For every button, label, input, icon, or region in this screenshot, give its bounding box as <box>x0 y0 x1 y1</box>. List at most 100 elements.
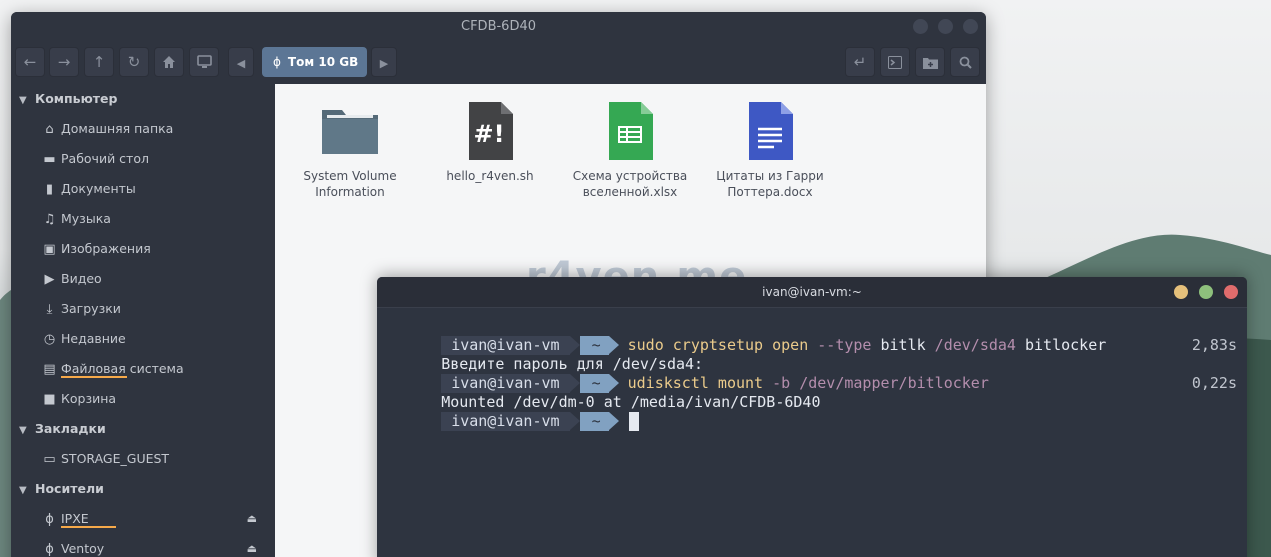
sidebar-item-label: Изображения <box>61 241 151 256</box>
back-button[interactable]: ← <box>15 47 45 77</box>
search-icon <box>959 56 972 69</box>
arrow-right-icon: → <box>57 53 71 71</box>
open-terminal-button[interactable] <box>880 47 910 77</box>
prompt-separator <box>569 412 580 430</box>
new-folder-button[interactable] <box>915 47 945 77</box>
reload-icon: ↻ <box>127 53 141 71</box>
sidebar-item-filesystem[interactable]: ▤ Файловая система <box>11 354 275 384</box>
usb-icon: ϕ <box>45 512 54 527</box>
file-item-document[interactable]: Цитаты из Гарри Поттера.docx <box>705 102 835 200</box>
close-button[interactable] <box>1224 285 1238 299</box>
file-item-folder[interactable]: System Volume Information <box>285 102 415 200</box>
path-left-button[interactable]: ◀ <box>228 47 254 77</box>
command-part: open <box>763 336 809 354</box>
file-name: Схема устройства вселенной.xlsx <box>572 169 688 199</box>
up-button[interactable]: ↑ <box>84 47 114 77</box>
section-title: Компьютер <box>35 91 118 106</box>
file-manager-titlebar[interactable]: CFDB-6D40 <box>11 12 986 42</box>
triangle-down-icon: ▼ <box>19 485 27 496</box>
home-icon: ⌂ <box>45 122 54 137</box>
sidebar-item-ipxe[interactable]: ϕ IPXE ⏏ <box>11 504 275 534</box>
command-option: --type <box>808 336 872 354</box>
sidebar-item-desktop[interactable]: ▬ Рабочий стол <box>11 144 275 174</box>
arrow-left-icon: ← <box>23 53 37 71</box>
path-right-button[interactable]: ▶ <box>371 47 397 77</box>
sidebar-item-label: Документы <box>61 181 136 196</box>
sidebar-section-devices[interactable]: ▼ Носители <box>11 474 275 504</box>
terminal-line: ivan@ivan-vm ~ sudo cryptsetup open --typ… <box>387 317 1106 355</box>
sidebar-item-label: STORAGE_GUEST <box>61 451 170 466</box>
computer-button[interactable] <box>189 47 219 77</box>
terminal-window: ivan@ivan-vm:~ ivan@ivan-vm ~ sudo crypts… <box>377 277 1247 557</box>
sidebar-item-label: Недавние <box>61 331 126 346</box>
file-item-spreadsheet[interactable]: Схема устройства вселенной.xlsx <box>565 102 695 200</box>
sidebar-item-label: Домашняя папка <box>61 121 174 136</box>
file-name: System Volume Information <box>303 169 397 199</box>
arrow-up-icon: ↑ <box>92 53 106 71</box>
terminal-line: ivan@ivan-vm ~ udisksctl mount -b /dev/ma… <box>387 355 989 393</box>
close-button[interactable] <box>963 19 978 34</box>
reload-button[interactable]: ↻ <box>119 47 149 77</box>
section-title: Закладки <box>35 421 106 436</box>
search-button[interactable] <box>950 47 980 77</box>
sidebar-section-computer[interactable]: ▼ Компьютер <box>11 84 275 114</box>
sidebar-item-label: Рабочий стол <box>61 151 149 166</box>
terminal-line: ivan@ivan-vm ~ <box>387 393 639 431</box>
maximize-button[interactable] <box>938 19 953 34</box>
sidebar-item-videos[interactable]: ▶ Видео <box>11 264 275 294</box>
usb-icon: ϕ <box>45 542 54 557</box>
terminal-icon <box>888 56 902 69</box>
music-icon: ♫ <box>43 212 56 227</box>
home-icon <box>163 56 175 68</box>
sidebar-item-storage-guest[interactable]: ▭ STORAGE_GUEST <box>11 444 275 474</box>
download-icon: ⤓ <box>46 302 53 317</box>
sidebar-item-label: Корзина <box>61 391 117 406</box>
prompt-dir: ~ <box>579 412 609 431</box>
sidebar-item-pictures[interactable]: ▣ Изображения <box>11 234 275 264</box>
forward-button[interactable]: → <box>49 47 79 77</box>
toggle-location-button[interactable]: ↵ <box>845 47 875 77</box>
minimize-button[interactable] <box>1174 285 1188 299</box>
command-duration: 2,83s <box>1191 336 1237 354</box>
section-title: Носители <box>35 481 104 496</box>
folder-icon <box>321 102 379 160</box>
prompt-arrow <box>608 412 619 430</box>
chevron-left-icon: ◀ <box>236 57 246 70</box>
terminal-line: Введите пароль для /dev/sda4: <box>387 336 703 373</box>
file-item-script[interactable]: #! hello_r4ven.sh <box>425 102 555 184</box>
home-button[interactable] <box>154 47 184 77</box>
sidebar-item-ventoy[interactable]: ϕ Ventoy ⏏ <box>11 534 275 557</box>
folder-icon: ▭ <box>43 452 56 467</box>
file-manager-toolbar: ← → ↑ ↻ ◀ ϕ Том 10 GB ▶ ↵ <box>11 42 986 84</box>
sidebar-item-home[interactable]: ⌂ Домашняя папка <box>11 114 275 144</box>
eject-icon[interactable]: ⏏ <box>247 504 257 534</box>
sidebar-item-label: Ventoy <box>61 541 105 556</box>
sidebar-item-documents[interactable]: ▮ Документы <box>11 174 275 204</box>
sidebar-item-downloads[interactable]: ⤓ Загрузки <box>11 294 275 324</box>
terminal-cursor[interactable] <box>628 412 639 431</box>
sidebar-item-label: IPXE <box>61 511 89 526</box>
triangle-down-icon: ▼ <box>19 95 27 106</box>
sidebar-item-trash[interactable]: ■ Корзина <box>11 384 275 414</box>
sidebar-item-music[interactable]: ♫ Музыка <box>11 204 275 234</box>
spreadsheet-file-icon <box>601 102 659 160</box>
terminal-titlebar[interactable]: ivan@ivan-vm:~ <box>377 277 1247 308</box>
usage-bar <box>61 526 116 528</box>
terminal-line: Mounted /dev/dm-0 at /media/ivan/CFDB-6D… <box>387 374 820 411</box>
document-icon: ▮ <box>45 182 54 197</box>
command-arg: bitlocker <box>1015 336 1107 354</box>
command-arg: bitlk <box>871 336 926 354</box>
command-path: /dev/sda4 <box>925 336 1016 354</box>
maximize-button[interactable] <box>1199 285 1213 299</box>
window-title: CFDB-6D40 <box>461 19 536 34</box>
svg-text:#!: #! <box>473 120 504 148</box>
path-label: Том 10 GB <box>287 55 359 69</box>
sidebar-section-bookmarks[interactable]: ▼ Закладки <box>11 414 275 444</box>
desktop-icon: ▬ <box>43 152 56 167</box>
path-segment-volume[interactable]: ϕ Том 10 GB <box>262 47 367 77</box>
sidebar-item-recent[interactable]: ◷ Недавние <box>11 324 275 354</box>
monitor-icon <box>196 55 212 68</box>
eject-icon[interactable]: ⏏ <box>247 534 257 557</box>
minimize-button[interactable] <box>913 19 928 34</box>
swap-icon: ↵ <box>853 53 867 71</box>
